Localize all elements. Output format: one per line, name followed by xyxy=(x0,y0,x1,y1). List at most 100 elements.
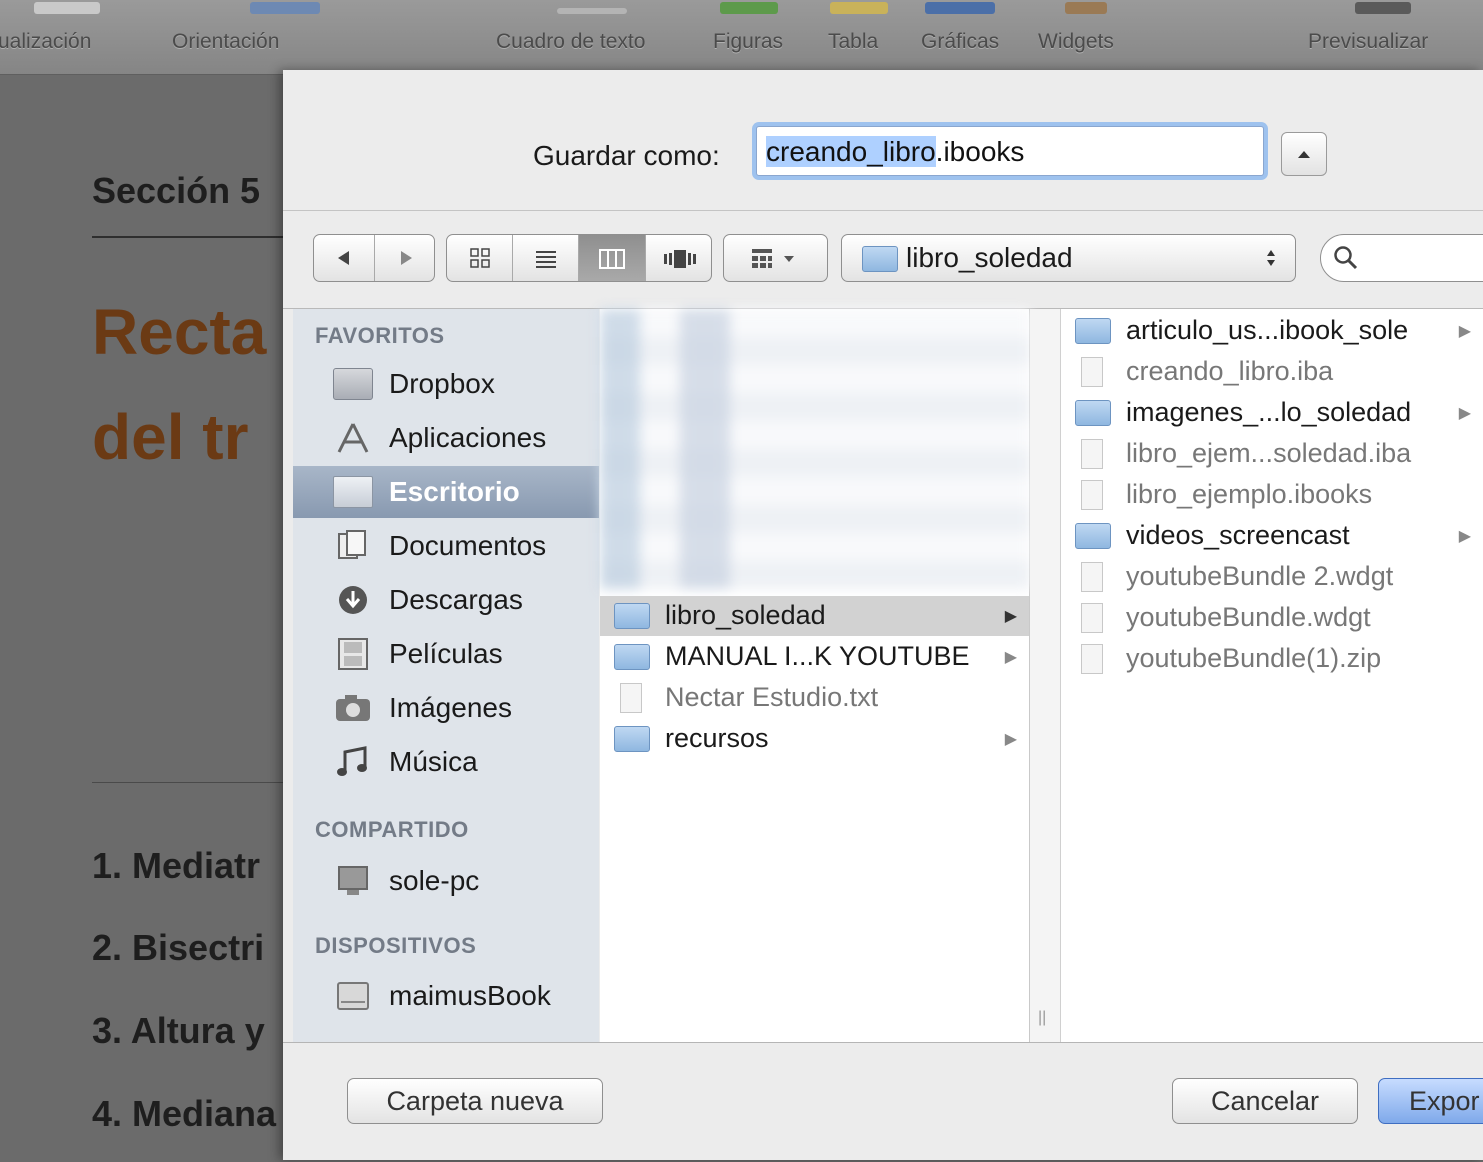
sidebar-item-applications[interactable]: Aplicaciones xyxy=(293,412,599,464)
forward-button[interactable] xyxy=(375,235,436,281)
toolbar-widgets[interactable]: Widgets xyxy=(1038,30,1114,54)
toolbar-textbox[interactable]: Cuadro de texto xyxy=(496,30,645,54)
cancel-button[interactable]: Cancelar xyxy=(1172,1078,1358,1124)
file-icon xyxy=(620,683,642,713)
file-row[interactable]: youtubeBundle(1).zip xyxy=(1061,639,1483,679)
item-name: recursos xyxy=(665,723,769,753)
column-resize-handle[interactable]: || xyxy=(1038,1009,1046,1027)
separator xyxy=(283,210,1483,211)
file-icon xyxy=(1081,357,1103,387)
sidebar-item-pictures[interactable]: Imágenes xyxy=(293,682,599,734)
file-row[interactable]: creando_libro.iba xyxy=(1061,352,1483,392)
coverflow-view-button[interactable] xyxy=(646,235,711,281)
folder-icon xyxy=(1075,523,1111,549)
new-folder-button[interactable]: Carpeta nueva xyxy=(347,1078,603,1124)
sidebar-item-downloads[interactable]: Descargas xyxy=(293,574,599,626)
shapes-icon xyxy=(720,2,778,14)
disclosure-arrow-icon: ▶ xyxy=(1004,608,1017,625)
item-name: youtubeBundle.wdgt xyxy=(1126,602,1371,632)
disclosure-arrow-icon: ▶ xyxy=(1458,323,1471,340)
folder-icon xyxy=(614,644,650,670)
textbox-icon xyxy=(557,8,627,14)
folder-row[interactable]: recursos ▶ xyxy=(600,719,1029,759)
filename-field[interactable]: creando_libro.ibooks xyxy=(756,126,1264,176)
filename-extension: .ibooks xyxy=(935,136,1025,167)
sidebar-item-dropbox[interactable]: Dropbox xyxy=(293,358,599,410)
export-button[interactable]: Expor xyxy=(1378,1078,1483,1124)
sidebar-header-shared: COMPARTIDO xyxy=(315,817,469,842)
back-button[interactable] xyxy=(314,235,375,281)
item-name: MANUAL I...K YOUTUBE xyxy=(665,641,970,671)
list-view-button[interactable] xyxy=(513,235,579,281)
folder-row[interactable]: articulo_us...ibook_sole ▶ xyxy=(1061,311,1483,351)
item-name: youtubeBundle(1).zip xyxy=(1126,643,1382,673)
file-icon xyxy=(1081,439,1103,469)
item-name: libro_ejem...soledad.iba xyxy=(1126,438,1412,468)
sidebar-item-label: Aplicaciones xyxy=(389,422,547,453)
table-icon xyxy=(830,2,888,14)
search-icon xyxy=(1334,246,1358,270)
sidebar-item-label: maimusBook xyxy=(389,980,551,1011)
item-name: youtubeBundle 2.wdgt xyxy=(1126,561,1394,591)
item-name: imagenes_...lo_soledad xyxy=(1126,397,1412,427)
column-view-button[interactable] xyxy=(579,235,646,281)
folder-row[interactable]: MANUAL I...K YOUTUBE ▶ xyxy=(600,637,1029,677)
toolbar-charts[interactable]: Gráficas xyxy=(921,30,999,54)
collapse-dialog-button[interactable] xyxy=(1281,132,1327,176)
save-as-label: Guardar como: xyxy=(533,140,720,171)
desktop-icon xyxy=(333,476,373,508)
sidebar: FAVORITOS Dropbox Aplicaciones Escritori… xyxy=(293,309,599,1042)
sidebar-item-music[interactable]: Música xyxy=(293,736,599,788)
sidebar-item-label: Documentos xyxy=(389,530,547,561)
sidebar-item-sole-pc[interactable]: sole-pc xyxy=(293,855,599,907)
folder-icon xyxy=(1075,400,1111,426)
sidebar-header-favorites: FAVORITOS xyxy=(315,323,445,348)
column-view-icon xyxy=(599,249,625,269)
separator xyxy=(283,1042,1483,1043)
toolbar-orientation[interactable]: Orientación xyxy=(172,30,279,54)
folder-row[interactable]: libro_soledad ▶ xyxy=(600,596,1029,636)
file-row[interactable]: libro_ejemplo.ibooks xyxy=(1061,475,1483,515)
folder-icon xyxy=(333,368,373,400)
updown-arrows-icon xyxy=(1267,250,1275,266)
browser-column-1: libro_soledad ▶ MANUAL I...K YOUTUBE ▶ Necta… xyxy=(600,309,1030,1042)
toolbar-visualization[interactable]: ualización xyxy=(0,30,91,54)
divider xyxy=(92,782,292,783)
item-name: videos_screencast xyxy=(1126,520,1350,550)
sidebar-item-movies[interactable]: Películas xyxy=(293,628,599,680)
sidebar-item-desktop[interactable]: Escritorio xyxy=(293,466,599,518)
back-arrow-icon xyxy=(338,251,349,265)
music-note-icon xyxy=(337,746,367,776)
list-item: 1. Mediatr xyxy=(92,845,261,886)
file-icon xyxy=(1081,603,1103,633)
list-item: 4. Mediana y xyxy=(92,1093,307,1134)
toolbar-shapes[interactable]: Figuras xyxy=(713,30,783,54)
item-name: Nectar Estudio.txt xyxy=(665,682,879,712)
file-row[interactable]: youtubeBundle.wdgt xyxy=(1061,598,1483,638)
list-item: 3. Altura y xyxy=(92,1010,265,1051)
search-input[interactable] xyxy=(1320,234,1483,282)
file-row[interactable]: Nectar Estudio.txt xyxy=(600,678,1029,718)
file-row[interactable]: libro_ejem...soledad.iba xyxy=(1061,434,1483,474)
sidebar-item-maimusbook[interactable]: maimusBook xyxy=(293,970,599,1022)
location-popup[interactable]: libro_soledad xyxy=(841,234,1296,282)
toolbar-table[interactable]: Tabla xyxy=(828,30,878,54)
sidebar-item-label: Música xyxy=(389,746,478,777)
browser-column-2: articulo_us...ibook_sole ▶ creando_libro.i… xyxy=(1061,309,1483,1042)
grid-view-icon xyxy=(469,248,490,268)
icon-view-button[interactable] xyxy=(447,235,513,281)
folder-row[interactable]: videos_screencast ▶ xyxy=(1061,516,1483,556)
file-row[interactable]: youtubeBundle 2.wdgt xyxy=(1061,557,1483,597)
folder-row[interactable]: imagenes_...lo_soledad ▶ xyxy=(1061,393,1483,433)
sidebar-item-documents[interactable]: Documentos xyxy=(293,520,599,572)
toolbar-preview[interactable]: Previsualizar xyxy=(1308,30,1428,54)
arrange-menu-button[interactable] xyxy=(723,234,828,282)
folder-icon xyxy=(614,726,650,752)
sidebar-item-label: Escritorio xyxy=(389,476,520,507)
computer-icon xyxy=(338,866,368,895)
chapter-heading-line2: del tr xyxy=(92,401,249,473)
toolbar-orientation-icon xyxy=(250,2,320,14)
arrange-icon xyxy=(751,249,794,268)
folder-icon xyxy=(1075,318,1111,344)
file-icon xyxy=(1081,562,1103,592)
